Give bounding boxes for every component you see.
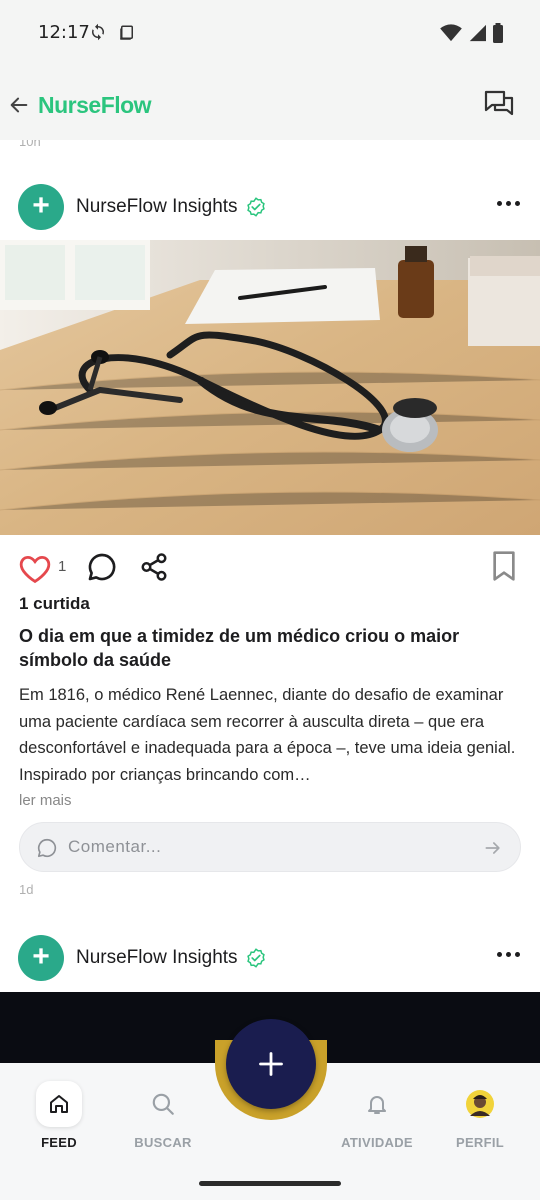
screenshot-icon [118,24,136,47]
post-header: + NurseFlow Insights [0,184,540,240]
sync-icon [89,23,107,46]
likes-summary[interactable]: 1 curtida [19,594,90,614]
create-post-button[interactable] [226,1019,316,1109]
comment-bubble-icon [88,553,116,581]
status-bar: 12:17 [0,0,540,66]
arrow-right-icon [485,842,500,854]
signal-icon [468,24,486,47]
comment-button[interactable] [86,551,118,588]
plus-icon: + [32,940,50,973]
bookmark-button[interactable] [490,550,518,587]
send-comment-button[interactable] [483,838,503,863]
share-icon [141,553,167,581]
back-button[interactable] [6,92,32,118]
plus-icon [259,1052,283,1076]
post-image-stethoscope[interactable] [0,240,540,535]
author-name[interactable]: NurseFlow Insights [76,196,238,218]
bell-icon [368,1096,386,1114]
read-more-link[interactable]: ler mais [19,792,72,809]
nav-search-label: BUSCAR [134,1135,192,1150]
verified-icon [246,197,266,222]
arrow-left-icon [10,97,28,113]
search-icon [152,1093,174,1115]
status-time: 12:17 [38,22,90,43]
app-bar: NurseFlow [0,66,540,140]
nav-feed-label: FEED [41,1135,77,1150]
nav-activity-label: ATIVIDADE [341,1135,413,1150]
nav-activity[interactable]: ATIVIDADE [332,1081,422,1150]
nav-profile[interactable]: PERFIL [435,1081,525,1150]
share-button[interactable] [139,551,169,588]
bookmark-icon [493,551,515,581]
comment-placeholder: Comentar... [68,837,162,856]
post-body: Em 1816, o médico René Laennec, diante d… [19,686,516,784]
comment-icon [36,837,58,864]
chat-bubbles-icon [484,90,514,116]
author-avatar[interactable]: + [18,184,64,230]
author-name[interactable]: NurseFlow Insights [76,947,238,969]
post-options-button[interactable] [497,952,520,957]
post-actions: 1 [0,548,540,588]
home-indicator[interactable] [199,1181,341,1186]
plus-icon: + [32,189,50,222]
previous-post-timestamp: 10h [19,140,41,149]
home-icon [50,1095,68,1113]
like-count: 1 [58,558,67,575]
post-title: O dia em que a timidez de um médico crio… [19,626,460,670]
post-timestamp: 1d [19,882,34,897]
post-header: + NurseFlow Insights [0,935,540,991]
verified-icon [246,948,266,973]
messages-button[interactable] [482,88,516,122]
heart-icon [19,555,51,584]
nav-feed[interactable]: FEED [14,1081,104,1150]
post-options-button[interactable] [497,201,520,206]
battery-icon [492,23,504,48]
author-avatar[interactable]: + [18,935,64,981]
like-button[interactable] [18,552,52,589]
nav-profile-label: PERFIL [455,1135,505,1150]
nav-search[interactable]: BUSCAR [118,1081,208,1150]
wifi-icon [440,24,462,47]
avatar [466,1090,494,1118]
app-title: NurseFlow [38,92,152,118]
comment-input[interactable]: Comentar... [19,822,521,872]
feed[interactable]: 10h + NurseFlow Insights 1 1 curtida O d… [0,140,540,1064]
